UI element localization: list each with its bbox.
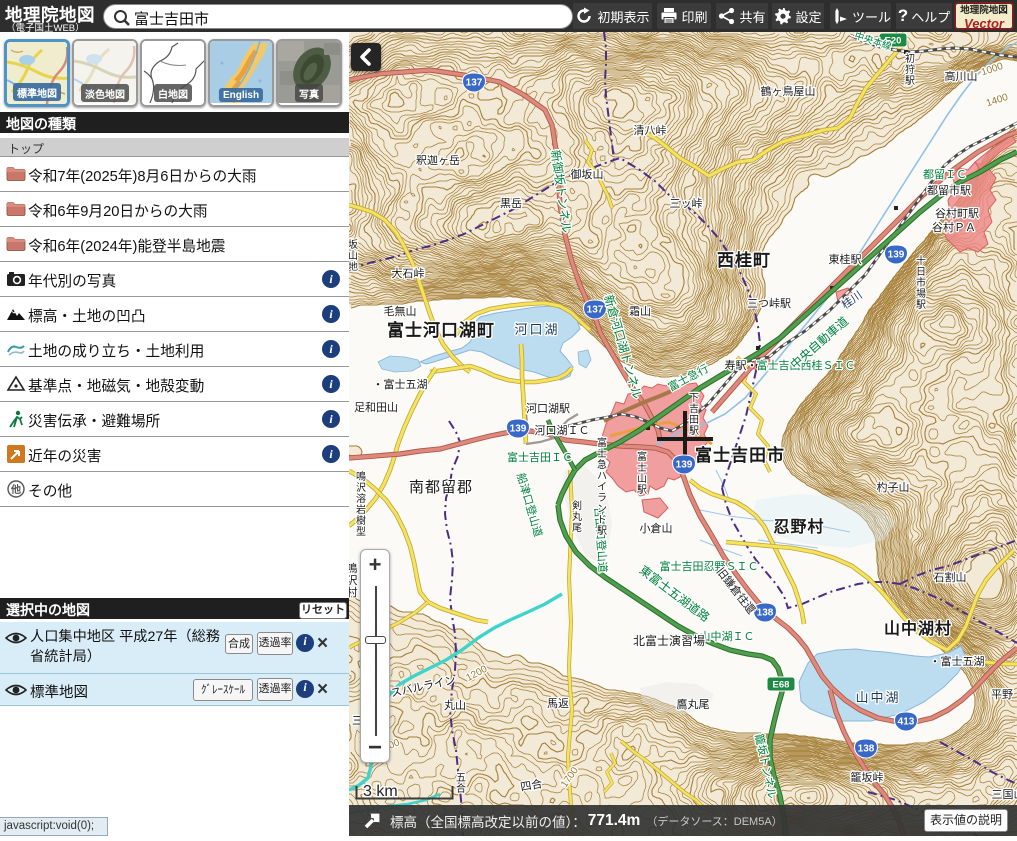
svg-text:都留市駅: 都留市駅 xyxy=(927,183,971,197)
svg-text:西桂町: 西桂町 xyxy=(717,250,771,270)
svg-text:富士吉田市: 富士吉田市 xyxy=(695,445,785,465)
svg-text:鳴沢溶岩樹型: 鳴沢溶岩樹型 xyxy=(356,470,366,538)
svg-text:都留ＩＣ: 都留ＩＣ xyxy=(923,168,967,181)
svg-text:丸山: 丸山 xyxy=(444,699,466,712)
svg-text:富士吉田ＩＣ: 富士吉田ＩＣ xyxy=(507,450,573,464)
svg-text:三つ峠駅: 三つ峠駅 xyxy=(747,296,791,310)
svg-text:三ッ峠: 三ッ峠 xyxy=(670,196,703,210)
svg-text:・富士五湖: ・富士五湖 xyxy=(373,377,428,391)
svg-text:十日市場駅: 十日市場駅 xyxy=(916,254,926,311)
svg-text:富士急ハイランド駅: 富士急ハイランド駅 xyxy=(597,436,607,537)
svg-text:御坂山: 御坂山 xyxy=(571,167,604,181)
svg-text:足和田山: 足和田山 xyxy=(354,401,398,414)
svg-text:東桂駅: 東桂駅 xyxy=(829,252,862,266)
svg-text:137: 137 xyxy=(466,78,483,89)
svg-text:鳴沢村: 鳴沢村 xyxy=(349,561,358,599)
svg-text:富士吉田忍野ＳＩＣ: 富士吉田忍野ＳＩＣ xyxy=(660,559,759,573)
svg-text:・富士五湖: ・富士五湖 xyxy=(930,654,985,668)
svg-text:河口湖: 河口湖 xyxy=(514,322,559,337)
svg-text:富士河口湖町: 富士河口湖町 xyxy=(387,320,495,340)
svg-text:3 km: 3 km xyxy=(363,783,398,800)
svg-text:河口湖ＩＣ: 河口湖ＩＣ xyxy=(535,424,590,437)
svg-text:139: 139 xyxy=(676,460,693,471)
svg-text:釈迦ヶ岳: 釈迦ヶ岳 xyxy=(416,154,460,167)
svg-text:平野: 平野 xyxy=(991,688,1013,701)
svg-text:杓子山: 杓子山 xyxy=(877,480,910,494)
svg-text:霜山: 霜山 xyxy=(629,305,651,318)
svg-text:山中湖村: 山中湖村 xyxy=(884,619,952,638)
svg-text:初狩駅: 初狩駅 xyxy=(905,52,915,87)
svg-text:三国山: 三国山 xyxy=(992,788,1017,801)
svg-text:毛無山: 毛無山 xyxy=(384,304,417,318)
svg-text:河口湖駅: 河口湖駅 xyxy=(526,402,570,415)
svg-text:E68: E68 xyxy=(773,680,790,691)
svg-text:寿駅・: 寿駅・ xyxy=(725,358,758,372)
svg-text:谷村町駅: 谷村町駅 xyxy=(935,206,979,220)
svg-text:富士山駅: 富士山駅 xyxy=(637,450,647,496)
svg-text:他: 他 xyxy=(10,483,21,496)
svg-text:馬返: 馬返 xyxy=(547,697,569,710)
svg-text:坂山地: 坂山地 xyxy=(349,239,358,273)
svg-text:鶴ヶ鳥屋山: 鶴ヶ鳥屋山 xyxy=(761,84,816,98)
svg-text:山中湖ＩＣ: 山中湖ＩＣ xyxy=(700,630,755,643)
svg-text:忍野村: 忍野村 xyxy=(773,517,824,536)
svg-text:鷹丸尾: 鷹丸尾 xyxy=(677,697,710,711)
svg-text:高川山: 高川山 xyxy=(945,69,978,83)
svg-text:清八峠: 清八峠 xyxy=(634,123,667,137)
svg-text:籠坂峠: 籠坂峠 xyxy=(851,770,884,784)
svg-text:北富士演習場: 北富士演習場 xyxy=(633,633,705,648)
svg-text:黒岳: 黒岳 xyxy=(500,197,522,210)
svg-text:137: 137 xyxy=(587,305,604,316)
svg-text:小倉山: 小倉山 xyxy=(640,521,673,535)
svg-text:413: 413 xyxy=(898,717,915,728)
svg-text:138: 138 xyxy=(858,744,875,755)
svg-text:剣丸尾: 剣丸尾 xyxy=(572,500,582,534)
svg-text:139: 139 xyxy=(888,250,905,261)
svg-text:138: 138 xyxy=(757,608,774,619)
svg-text:山中湖: 山中湖 xyxy=(855,690,900,705)
svg-text:139: 139 xyxy=(510,424,527,435)
svg-text:谷村ＰＡ: 谷村ＰＡ xyxy=(932,220,976,234)
svg-text:石割山: 石割山 xyxy=(934,570,967,584)
svg-text:大石峠: 大石峠 xyxy=(392,266,425,280)
svg-text:下吉田駅: 下吉田駅 xyxy=(689,393,699,437)
svg-text:南都留郡: 南都留郡 xyxy=(409,479,473,496)
